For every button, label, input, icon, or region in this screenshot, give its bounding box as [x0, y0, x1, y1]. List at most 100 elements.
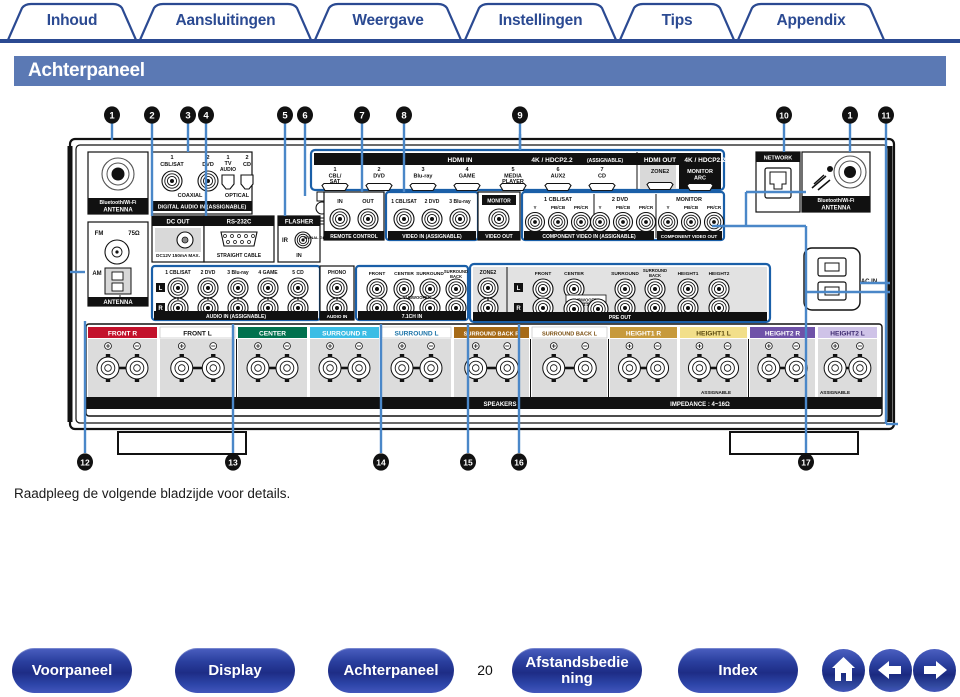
callout-top-7-6-number: 7: [359, 111, 364, 122]
component-video-in-1-pin-1-pin: [533, 220, 537, 224]
nav-index[interactable]: Index: [678, 648, 798, 693]
speaker-post-plus-8: [687, 356, 711, 380]
nav-afstandsbediening[interactable]: Afstandsbedie ning: [512, 648, 642, 693]
audio-in-jack-2-right-pin: [206, 306, 210, 310]
tab-bar-underline: [0, 39, 960, 43]
ch71-jack-1-top-pin: [375, 287, 379, 291]
rear-panel-illustration: Bluetooth/Wi-FiANTENNAFM 75ΩAMANTENNA1CBL…: [67, 106, 898, 471]
nav-display[interactable]: Display: [175, 648, 295, 693]
tab-inhoud[interactable]: Inhoud: [6, 2, 138, 40]
speaker-post-minus-4-tabbot: [428, 379, 434, 382]
remote-control-in-label: IN: [337, 199, 343, 205]
component-video-in-2-pin-2-pin: [621, 220, 625, 224]
speaker-post-minus-6: [573, 356, 597, 380]
tab-aansluitingen-label: Aansluitingen: [175, 12, 276, 29]
pre-out-label-6: HEIGHT2: [709, 271, 730, 277]
speaker-post-minus-5-tabtop: [505, 354, 510, 357]
speaker-post-minus-7: [646, 356, 670, 380]
speaker-post-plus-3-tabtop: [327, 354, 333, 357]
pre-out-label-4b: BACK: [649, 273, 661, 278]
speaker-post-plus-3-tabbot: [327, 379, 333, 382]
nav-voorpaneel[interactable]: Voorpaneel: [12, 648, 132, 693]
tab-tips[interactable]: Tips: [618, 2, 736, 40]
hdmi-in-spec-label: 4K / HDCP2.2: [531, 157, 573, 164]
hdmi-in-port-2-num: 2: [377, 167, 380, 173]
speaker-post-plus-10-tabtop: [832, 354, 838, 357]
rs232c-dsub-connector: [220, 231, 258, 247]
home-icon-button[interactable]: [822, 649, 865, 692]
nav-achterpaneel[interactable]: Achterpaneel: [328, 648, 454, 693]
speaker-label-3: SURROUND R: [322, 331, 367, 338]
audio-in-jack-1-left-pin: [176, 286, 180, 290]
speaker-post-plus-2-tabbot: [255, 379, 261, 382]
chassis-foot-left: [117, 431, 247, 455]
pre-out-jack-5-top-pin: [686, 287, 690, 291]
speaker-post-plus-9: [757, 356, 781, 380]
speaker-post-plus-5-tabbot: [473, 379, 478, 382]
speaker-label-7: HEIGHT1 R: [626, 331, 661, 338]
video-in-group-label: VIDEO IN (ASSIGNABLE): [402, 234, 462, 240]
speaker-post-minus-2: [275, 356, 299, 380]
digital-audio-jack-4-num: 2: [245, 155, 248, 161]
ch71-jack-2-bottom-pin: [402, 306, 406, 310]
rs232c-spec: STRAIGHT CABLE: [217, 253, 262, 259]
tab-appendix[interactable]: Appendix: [736, 2, 886, 40]
audio-in-jack-1-label: 1 CBL/SAT: [165, 270, 190, 276]
pre-out-jack-6-bottom-pin: [717, 306, 721, 310]
hdmi-in-port-2: [365, 182, 393, 192]
component-video-out-pin-1-pin: [666, 220, 670, 224]
speaker-post-minus-3-tabbot: [356, 379, 362, 382]
optical-port-2: [240, 174, 254, 190]
tab-list: Inhoud Aansluitingen Weergave Instellingen T…: [6, 2, 886, 40]
audio-in-jack-2-label: 2 DVD: [201, 270, 216, 276]
audio-in-jack-1-right-pin: [176, 306, 180, 310]
speaker-label-8: HEIGHT1 L: [696, 331, 730, 338]
pre-out-zone2-right-pin: [486, 306, 490, 310]
antenna-rod-tip: [827, 166, 833, 172]
ch71-jack-3-bottom-pin: [428, 306, 432, 310]
ch71-jack-3-top-pin: [428, 287, 432, 291]
am-terminal-slot-top: [111, 271, 124, 281]
antenna-connector-pin-right: [844, 166, 856, 178]
component-video-in-2-pin-3-label: PR/CR: [639, 205, 654, 210]
tab-weergave[interactable]: Weergave: [313, 2, 463, 40]
speaker-post-plus-7: [617, 356, 641, 380]
pre-out-label-1: FRONT: [535, 271, 552, 277]
speaker-post-minus-5-tabbot: [505, 379, 510, 382]
video-in-jack-2-label: 2 DVD: [425, 199, 440, 205]
callout-top-8-7-number: 8: [401, 111, 406, 122]
pre-out-zone2-label: ZONE2: [480, 270, 497, 276]
arrow-left-icon-button[interactable]: [869, 649, 912, 692]
speaker-post-plus-5-tabtop: [473, 354, 478, 357]
nav-afstandsbediening-label: Afstandsbedie ning: [525, 653, 629, 687]
network-label: NETWORK: [764, 156, 792, 162]
antenna-group-label: ANTENNA: [103, 300, 133, 306]
ch71-label-4b: BACK: [450, 274, 462, 279]
speaker-label-2: CENTER: [259, 331, 286, 338]
video-out-monitor-label: MONITOR: [487, 199, 511, 205]
tab-aansluitingen[interactable]: Aansluitingen: [138, 2, 313, 40]
page-title: Achterpaneel: [28, 60, 145, 81]
top-tab-bar: Inhoud Aansluitingen Weergave Instellingen T…: [0, 0, 960, 44]
component-video-in-2-name: 2 DVD: [612, 197, 628, 203]
audio-in-jack-3-label: 3 Blu-ray: [227, 270, 249, 276]
audio-in-jack-5-right-pin: [296, 306, 300, 310]
speaker-post-plus-2-tabtop: [255, 354, 261, 357]
callout-bottom-13-number: 13: [228, 458, 238, 468]
arrow-right-icon-button[interactable]: [913, 649, 956, 692]
speakers-group-label: SPEAKERS: [483, 402, 516, 408]
digital-audio-group-label: DIGITAL AUDIO IN (ASSIGNABLE): [158, 205, 247, 211]
speaker-post-minus-7-tabtop: [655, 354, 660, 357]
am-label: AM: [92, 271, 101, 277]
antenna-connector-pin-left: [111, 167, 125, 181]
coaxial-label: COAXIAL: [178, 193, 203, 199]
flasher-label: FLASHER: [285, 220, 314, 226]
speaker-post-plus-4-tabbot: [399, 379, 405, 382]
speaker-post-minus-1-tabbot: [211, 379, 216, 382]
ch71-label-2: CENTER: [394, 271, 414, 277]
tab-instellingen[interactable]: Instellingen: [463, 2, 618, 40]
speaker-post-minus-0: [125, 356, 149, 380]
audio-in-jack-4-label: 4 GAME: [258, 270, 278, 276]
page-root: Inhoud Aansluitingen Weergave Instellingen T…: [0, 0, 960, 697]
tab-instellingen-label: Instellingen: [498, 12, 583, 29]
